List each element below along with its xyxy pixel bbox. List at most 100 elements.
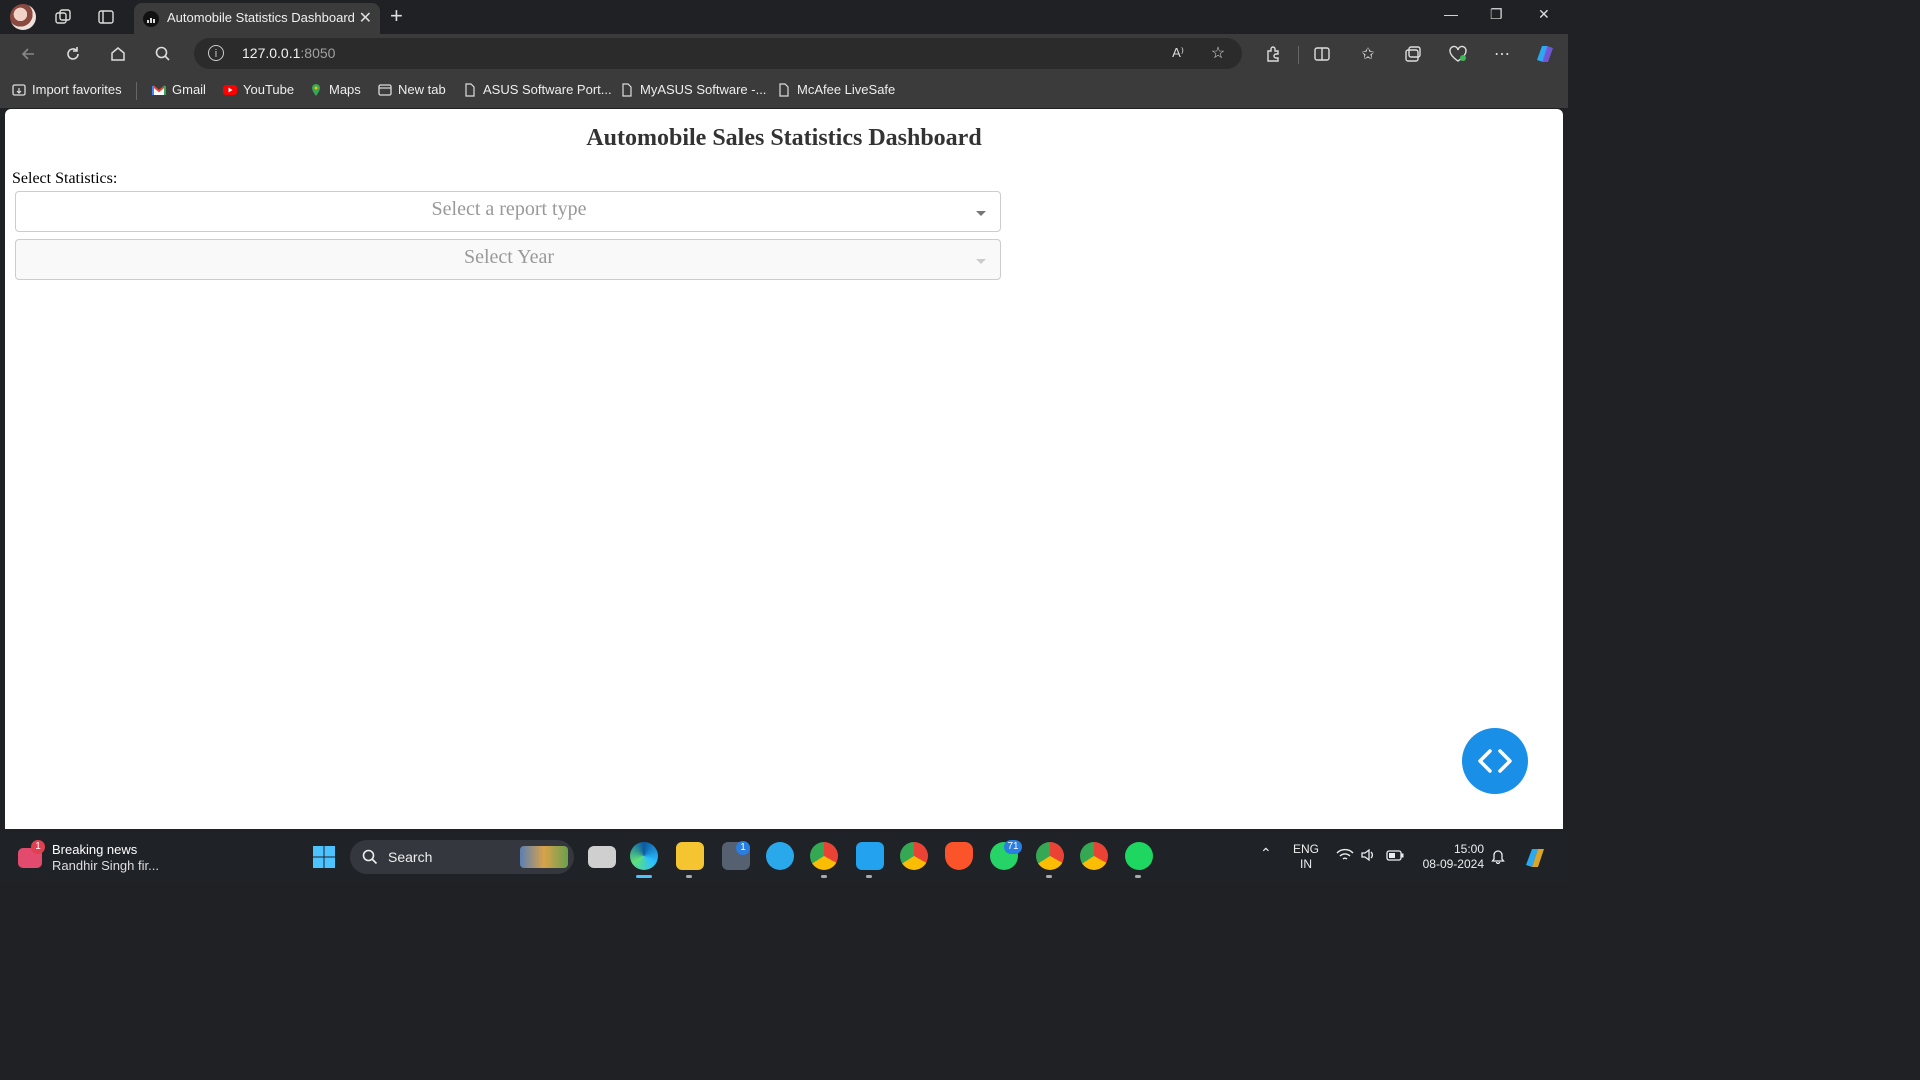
chrome-profile-icon[interactable] [1036,842,1064,870]
close-tab-icon[interactable]: ✕ [359,8,372,28]
browser-essentials-icon[interactable] [1446,42,1470,66]
bookmark-youtube[interactable]: YouTube [223,82,294,97]
page-icon [779,82,789,97]
mail-badge: 1 [736,841,750,855]
page-title: Automobile Sales Statistics Dashboard [586,125,982,151]
bookmark-gmail[interactable]: Gmail [152,82,206,97]
news-subtitle: Randhir Singh fir... [52,858,159,873]
tab-actions-icon[interactable] [94,5,118,29]
telegram-icon[interactable] [766,842,794,870]
address-bar[interactable]: i 127.0.0.1:8050 A⁾ ☆ [194,38,1242,69]
running-app-dot [821,875,827,878]
code-brackets-icon [1478,749,1512,773]
bookmarks-bar: Import favorites Gmail YouTube Maps New … [0,74,1568,108]
more-options-icon[interactable]: ⋯ [1490,42,1514,66]
language-indicator[interactable]: ENG IN [1293,842,1319,872]
chrome-profile-icon[interactable] [900,842,928,870]
bookmark-import-favorites[interactable]: Import favorites [12,82,122,97]
close-window-button[interactable]: ✕ [1538,6,1550,23]
copilot-taskbar-icon[interactable] [1522,845,1548,873]
bookmark-new-tab[interactable]: New tab [378,82,446,97]
newtab-icon [378,83,392,96]
tab-title: Automobile Statistics Dashboard [167,10,355,25]
page-icon [465,82,475,97]
active-app-indicator [636,875,652,878]
search-icon[interactable] [151,42,175,66]
running-app-dot [1046,875,1052,878]
chevron-down-icon[interactable] [976,211,986,216]
bookmark-maps[interactable]: Maps [309,82,361,97]
maps-icon [312,83,320,96]
bookmark-asus-software-portal[interactable]: ASUS Software Port... [463,82,612,97]
bookmark-label: McAfee LiveSafe [797,82,896,97]
news-title: Breaking news [52,842,138,857]
running-app-dot [866,875,872,878]
running-app-dot [1135,875,1141,878]
select-statistics-label: Select Statistics: [12,170,118,187]
bookmark-label: Import favorites [32,82,122,97]
bookmark-label: YouTube [243,82,295,97]
news-badge: 1 [31,840,45,854]
spotify-icon[interactable] [1125,842,1153,870]
search-label: Search [388,849,433,865]
show-hidden-icons-icon[interactable]: ⌃ [1260,846,1272,861]
running-app-dot [686,875,692,878]
search-icon [362,849,378,865]
volume-icon[interactable] [1360,848,1376,866]
extensions-icon[interactable] [1261,42,1285,66]
edge-icon[interactable] [630,842,658,870]
collections-icon[interactable] [1401,42,1425,66]
import-icon [12,83,26,96]
dash-debug-button[interactable] [1462,728,1528,794]
profile-avatar[interactable] [10,4,36,30]
bookmark-myasus-software[interactable]: MyASUS Software -... [620,82,766,97]
favorite-star-icon[interactable]: ☆ [1206,41,1230,65]
back-icon[interactable] [16,42,40,66]
favorites-icon[interactable]: ✩ [1356,42,1380,66]
start-windows-icon[interactable] [312,845,340,873]
toolbar-divider [1298,46,1299,64]
browser-tab[interactable]: Automobile Statistics Dashboard ✕ [134,3,380,34]
chrome-profile-icon[interactable] [1080,842,1108,870]
split-screen-icon[interactable] [1310,42,1334,66]
read-aloud-icon[interactable]: A⁾ [1166,41,1190,65]
vscode-icon[interactable] [856,842,884,870]
notifications-bell-icon[interactable] [1491,848,1505,868]
restore-button[interactable]: ❐ [1490,6,1503,23]
bookmark-mcafee-livesafe[interactable]: McAfee LiveSafe [777,82,895,97]
refresh-icon[interactable] [61,42,85,66]
wifi-icon[interactable] [1336,848,1354,866]
copilot-icon[interactable] [1533,42,1557,66]
bookmarks-divider [136,82,137,100]
brave-icon[interactable] [945,842,973,870]
year-dropdown[interactable]: Select Year [15,239,1001,280]
taskbar: 1 Breaking news Randhir Singh fir... Sea… [0,832,1568,882]
battery-icon[interactable] [1386,850,1404,865]
site-info-icon[interactable]: i [208,45,224,61]
year-placeholder: Select Year [464,246,554,268]
browser-toolbar: i 127.0.0.1:8050 A⁾ ☆ ✩ ⋯ [0,34,1568,74]
search-highlight-image [520,846,568,868]
whatsapp-badge: 71 [1004,840,1022,854]
chevron-down-icon[interactable] [976,259,986,264]
report-type-placeholder: Select a report type [431,198,587,220]
clock-time: 15:00 [1453,842,1484,856]
gmail-icon [152,84,166,95]
bookmark-label: MyASUS Software -... [640,82,767,97]
bookmark-label: ASUS Software Port... [483,82,612,97]
page-icon [622,82,632,97]
clock[interactable]: 15:00 08-09-2024 [1418,842,1484,872]
new-tab-button[interactable]: + [390,3,403,29]
minimize-button[interactable]: — [1444,6,1458,22]
youtube-icon [223,84,237,95]
chrome-icon[interactable] [810,842,838,870]
language-code: ENG [1293,842,1320,856]
workspaces-icon[interactable] [51,5,75,29]
report-type-dropdown[interactable]: Select a report type [15,191,1001,232]
home-icon[interactable] [106,42,130,66]
taskbar-search[interactable]: Search [350,840,574,874]
bookmark-label: Maps [329,82,361,97]
region-code: IN [1300,857,1312,871]
file-explorer-icon[interactable] [676,842,704,870]
task-view-icon[interactable] [588,846,616,868]
